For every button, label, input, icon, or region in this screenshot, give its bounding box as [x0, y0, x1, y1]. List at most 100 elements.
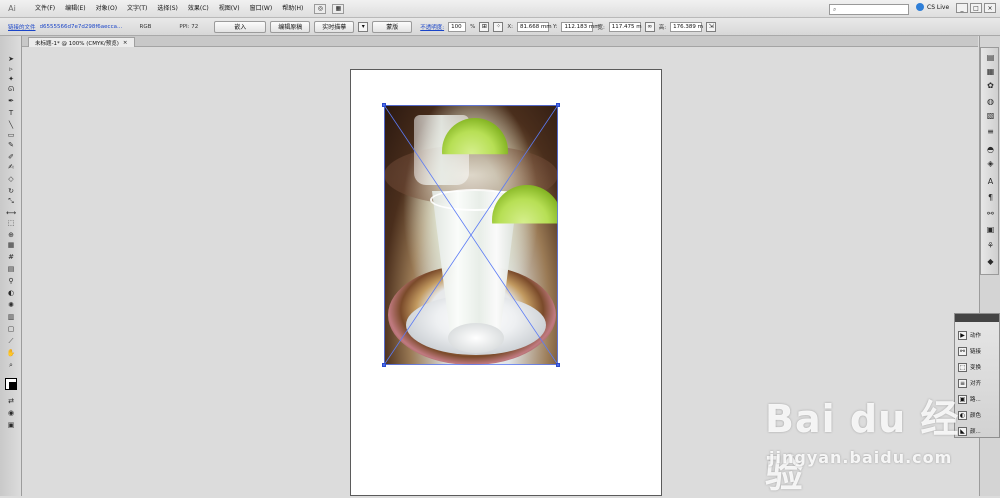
symbols-icon[interactable]: ◍	[985, 96, 996, 107]
rectangle-tool-icon[interactable]: ▭	[6, 130, 16, 140]
links-icon[interactable]: ⚯	[985, 208, 996, 219]
stroke-swatch[interactable]	[9, 382, 17, 390]
linked-file-link[interactable]: 链接的文件	[8, 23, 36, 31]
shape-builder-tool-icon[interactable]: ⊕	[6, 230, 16, 240]
maximize-button[interactable]: □	[970, 3, 982, 13]
drawing-mode-icon[interactable]: ◉	[6, 408, 16, 418]
blend-tool-icon[interactable]: ◐	[6, 288, 16, 298]
swatches-icon[interactable]: ▦	[985, 66, 996, 77]
gradient-tool-icon[interactable]: ▤	[6, 264, 16, 274]
arrange-documents-icon[interactable]: ▦	[332, 3, 345, 14]
baidu-watermark: Bai du 经验 jingyan.baidu.com	[765, 388, 975, 496]
cs-live-button[interactable]: CS Live	[916, 3, 949, 11]
resize-handle-bottom-left[interactable]	[382, 363, 386, 367]
bridge-icon[interactable]: ◎	[314, 3, 327, 14]
lasso-tool-icon[interactable]: ᘏ	[6, 84, 16, 94]
menu-window[interactable]: 窗口(W)	[245, 0, 278, 18]
document-tab-bar: 未标题-1* @ 100% (CMYK/预览) ×	[22, 36, 978, 47]
appearance-icon[interactable]: A	[985, 176, 996, 187]
screen-mode-icon[interactable]: ▣	[6, 420, 16, 430]
menu-help[interactable]: 帮助(H)	[277, 0, 308, 18]
graphic-styles-icon[interactable]: ▧	[985, 110, 996, 121]
panel-actions[interactable]: ▶ 动作	[958, 328, 1000, 342]
h-label: 高:	[658, 24, 667, 31]
hand-tool-icon[interactable]: ✋	[6, 348, 16, 358]
reference-point-icon[interactable]: ⁘	[493, 21, 504, 32]
floating-panel-header[interactable]	[955, 314, 999, 322]
zoom-tool-icon[interactable]: ⌕	[6, 360, 16, 370]
document-tab-close-icon[interactable]: ×	[123, 40, 128, 46]
watermark-url: jingyan.baidu.com	[769, 448, 953, 467]
y-field[interactable]: 112.183 mm	[561, 21, 600, 32]
constrain-proportions-icon[interactable]: ∞	[644, 21, 655, 32]
panel-actions-label: 动作	[970, 333, 982, 339]
eraser-tool-icon[interactable]: ◇	[6, 174, 16, 184]
symbol-sprayer-tool-icon[interactable]: ✺	[6, 300, 16, 310]
menu-file[interactable]: 文件(F)	[30, 0, 60, 18]
opacity-field[interactable]: 100	[448, 21, 467, 32]
height-field[interactable]: 176.389 m	[670, 21, 703, 32]
swap-fill-stroke-icon[interactable]: ⇄	[6, 396, 16, 406]
menu-select[interactable]: 选择(S)	[152, 0, 183, 18]
panel-links[interactable]: ⚯ 链接	[958, 344, 1000, 358]
watermark-main: Bai du 经验	[765, 397, 960, 496]
brushes-icon[interactable]: ✿	[985, 80, 996, 91]
panel-transform[interactable]: ⬚ 变换	[958, 360, 1000, 374]
menu-view[interactable]: 视图(V)	[214, 0, 245, 18]
document-tab[interactable]: 未标题-1* @ 100% (CMYK/预览) ×	[28, 37, 135, 47]
linked-file-name[interactable]: d6555566d7e7d298f6aecca...	[40, 24, 136, 30]
resize-handle-top-right[interactable]	[556, 103, 560, 107]
align-icon[interactable]: ⚘	[985, 240, 996, 251]
slice-tool-icon[interactable]: ⟋	[6, 336, 16, 346]
menu-type[interactable]: 文字(T)	[122, 0, 152, 18]
line-tool-icon[interactable]: ╲	[6, 120, 16, 130]
type-tool-icon[interactable]: T	[6, 108, 16, 118]
blob-brush-tool-icon[interactable]: ✍	[6, 162, 16, 172]
direct-selection-tool-icon[interactable]: ▹	[6, 64, 16, 74]
stroke-icon[interactable]: ≡	[985, 126, 996, 137]
transform-more-icon[interactable]: ⇲	[706, 21, 717, 32]
search-input[interactable]: ⌕	[829, 4, 909, 15]
menu-items: 文件(F) 编辑(E) 对象(O) 文字(T) 选择(S) 效果(C) 视图(V…	[30, 0, 308, 18]
placed-image[interactable]	[384, 105, 558, 365]
artboard-tool-icon[interactable]: ▢	[6, 324, 16, 334]
magic-wand-tool-icon[interactable]: ✦	[6, 74, 16, 84]
layers-icon[interactable]: ¶	[985, 192, 996, 203]
edit-original-button[interactable]: 编辑原稿	[270, 20, 311, 33]
mesh-tool-icon[interactable]: #	[6, 252, 16, 262]
pathfinder-icon[interactable]: ▣	[985, 224, 996, 235]
w-label: 宽:	[597, 24, 605, 31]
scale-tool-icon[interactable]: ⤡	[6, 196, 16, 206]
menu-edit[interactable]: 编辑(E)	[60, 0, 90, 18]
perspective-grid-tool-icon[interactable]: ▦	[6, 240, 16, 250]
embed-button[interactable]: 嵌入	[214, 20, 267, 33]
live-trace-options-icon[interactable]: ▾	[358, 21, 369, 32]
width-field[interactable]: 117.475 m	[608, 21, 642, 32]
resize-handle-bottom-right[interactable]	[556, 363, 560, 367]
pen-tool-icon[interactable]: ✒	[6, 96, 16, 106]
menu-object[interactable]: 对象(O)	[91, 0, 122, 18]
x-field[interactable]: 81.668 mm	[516, 21, 552, 32]
recolor-artwork-icon[interactable]: ⊞	[479, 21, 490, 32]
pencil-tool-icon[interactable]: ✐	[6, 152, 16, 162]
width-tool-icon[interactable]: ⟷	[6, 208, 16, 218]
transparency-icon[interactable]: ◈	[985, 158, 996, 169]
resize-handle-top-left[interactable]	[382, 103, 386, 107]
menu-effect[interactable]: 效果(C)	[183, 0, 214, 18]
navigator-icon[interactable]: ◆	[985, 256, 996, 267]
mask-button[interactable]: 蒙版	[372, 20, 413, 33]
selection-tool-icon[interactable]: ➤	[6, 54, 16, 64]
document-tab-title: 未标题-1* @ 100% (CMYK/预览)	[35, 40, 119, 47]
paintbrush-tool-icon[interactable]: ✎	[6, 140, 16, 150]
x-label: X:	[507, 23, 513, 30]
eyedropper-tool-icon[interactable]: ⚲	[6, 276, 16, 286]
free-transform-tool-icon[interactable]: ⬚	[6, 218, 16, 228]
column-graph-tool-icon[interactable]: ▥	[6, 312, 16, 322]
gradient-icon[interactable]: ◓	[985, 144, 996, 155]
minimize-button[interactable]: _	[956, 3, 968, 13]
color-icon[interactable]: ▤	[985, 52, 996, 63]
close-button[interactable]: ×	[984, 3, 996, 13]
live-trace-button[interactable]: 实时描摹	[314, 20, 355, 33]
rotate-tool-icon[interactable]: ↻	[6, 186, 16, 196]
opacity-label[interactable]: 不透明度:	[420, 23, 444, 31]
